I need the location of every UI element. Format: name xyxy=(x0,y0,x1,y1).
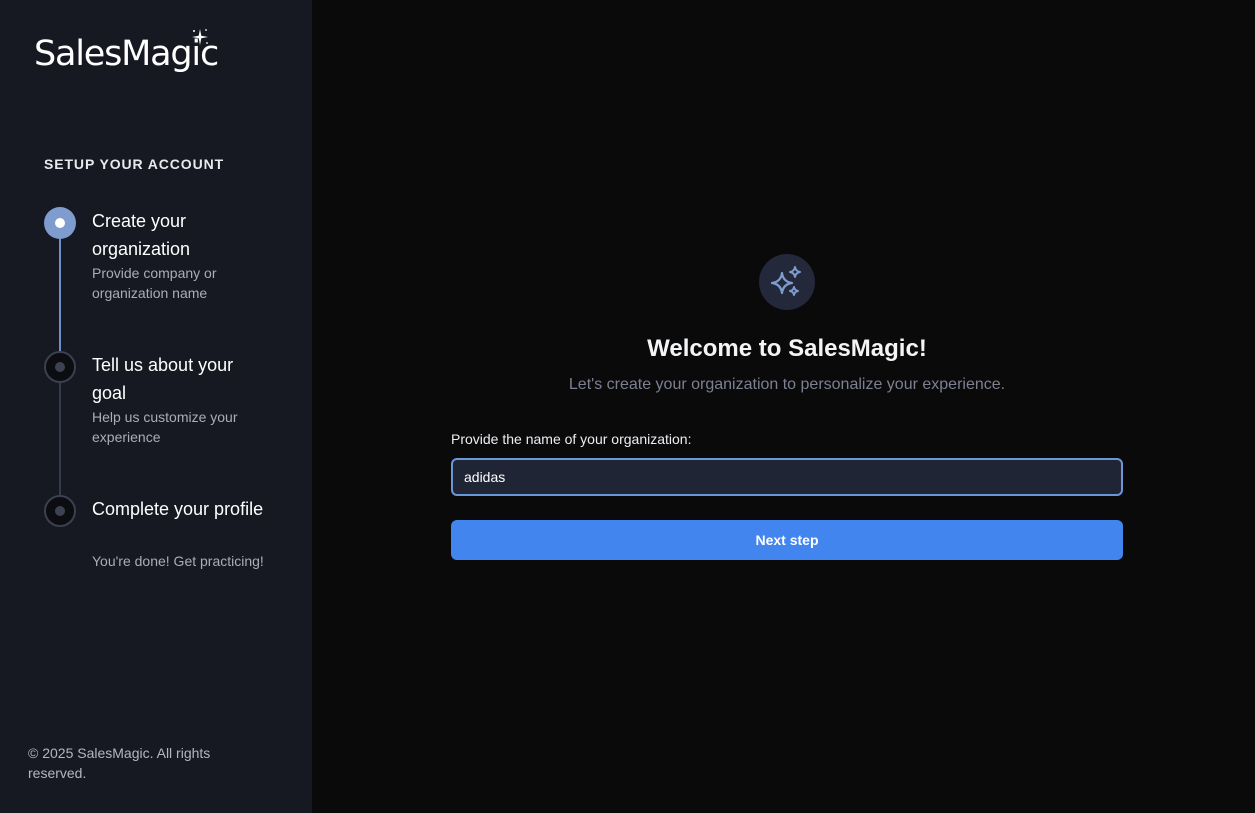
step-indicator-pending xyxy=(44,495,76,527)
sparkle-icon xyxy=(192,29,208,45)
step-title: Tell us about your goal xyxy=(92,355,234,403)
step-title: Complete your profile xyxy=(92,499,264,519)
step-connector-pending xyxy=(59,382,61,498)
step-description: Provide company or organization name xyxy=(92,265,217,301)
setup-section-title: SETUP YOUR ACCOUNT xyxy=(44,156,225,172)
step-description: Help us customize your experience xyxy=(92,409,238,445)
step-connector-completed xyxy=(59,238,61,354)
sidebar: SalesMagic SETUP YOUR ACCOUNT Create you… xyxy=(0,0,312,813)
welcome-title: Welcome to SalesMagic! xyxy=(647,335,927,362)
step-indicator-pending xyxy=(44,351,76,383)
copyright-footer: © 2025 SalesMagic. All rights reserved. xyxy=(28,745,211,781)
app-root: SalesMagic SETUP YOUR ACCOUNT Create you… xyxy=(0,0,1255,813)
brand-logo: SalesMagic xyxy=(34,29,224,78)
main-panel: Welcome to SalesMagic! Let's create your… xyxy=(312,0,1255,813)
step-title: Create your organization xyxy=(92,211,191,259)
step-indicator-active xyxy=(44,207,76,239)
welcome-subtitle: Let's create your organization to person… xyxy=(568,376,1006,393)
step-description: You're done! Get practicing! xyxy=(92,553,264,569)
next-step-button[interactable]: Next step xyxy=(451,520,1123,560)
organization-name-label: Provide the name of your organization: xyxy=(451,431,692,447)
organization-name-input[interactable] xyxy=(451,458,1123,496)
sparkles-icon-glyph xyxy=(770,266,801,296)
sparkles-icon xyxy=(759,254,815,310)
